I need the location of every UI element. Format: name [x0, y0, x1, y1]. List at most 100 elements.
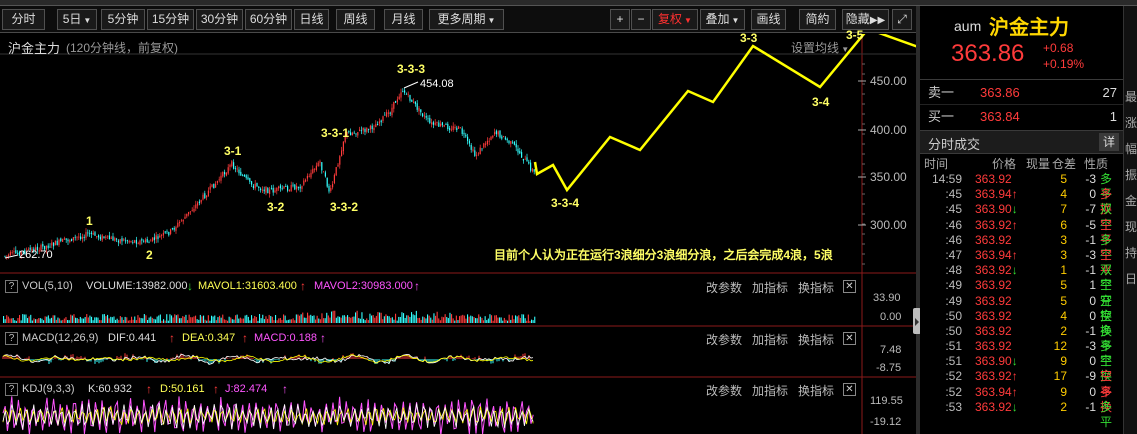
- kdj-modify-params[interactable]: 改参数: [706, 382, 742, 399]
- ma-settings-button[interactable]: 设置均线 ▼: [791, 39, 849, 56]
- candle-body: [134, 240, 136, 243]
- volume-bar: [417, 317, 419, 323]
- vol-modify-params[interactable]: 改参数: [706, 279, 742, 296]
- candle-body: [459, 127, 461, 129]
- macd-change-indicator[interactable]: 换指标: [798, 331, 834, 348]
- kdj-help-icon[interactable]: ?: [5, 383, 18, 396]
- zoom-out-button[interactable]: −: [631, 9, 651, 30]
- candle-body: [123, 239, 125, 241]
- volume-bar: [145, 315, 147, 323]
- volume-bar: [401, 312, 403, 323]
- volume-bar: [511, 315, 513, 323]
- volume-bar: [259, 314, 261, 323]
- volume-bar: [140, 318, 142, 323]
- volume-bar: [36, 319, 38, 323]
- candle-body: [132, 242, 134, 243]
- fullscreen-icon[interactable]: ⤢: [892, 9, 912, 30]
- candle-body: [423, 115, 425, 117]
- simple-mode-button[interactable]: 简約: [799, 9, 836, 30]
- macd-modify-params[interactable]: 改参数: [706, 331, 742, 348]
- candle-body: [409, 95, 411, 101]
- candle-body: [443, 125, 445, 127]
- candle-body: [135, 239, 137, 244]
- volume-bar: [435, 315, 437, 323]
- period-60min[interactable]: 60分钟: [245, 9, 292, 30]
- vol-volume-value: VOLUME:13982.000: [86, 280, 188, 292]
- candle-body: [13, 251, 15, 253]
- candle-body: [188, 211, 190, 215]
- detail-button[interactable]: 详: [1099, 133, 1119, 151]
- volume-bar: [179, 318, 181, 323]
- trade-ticks-list[interactable]: 14:59 363.92 5 -3 多平:45 363.94↑ 4 0 多换:45 363.90↓…: [920, 172, 1123, 429]
- tick-volume: 3: [1060, 247, 1067, 262]
- candle-body: [8, 254, 10, 256]
- candle-body: [332, 183, 334, 188]
- volume-bar: [28, 316, 30, 323]
- volume-bar: [379, 312, 381, 323]
- volume-bar: [212, 316, 214, 323]
- trade-tick-row: :46 363.92↑ 6 -5 空平: [920, 218, 1123, 247]
- period-daily[interactable]: 日线: [294, 9, 329, 30]
- volume-bar: [228, 316, 230, 323]
- candle-body: [463, 132, 465, 135]
- vol-change-indicator[interactable]: 换指标: [798, 279, 834, 296]
- fuquan-button[interactable]: 复权 ▼: [652, 9, 698, 30]
- period-5day[interactable]: 5日 ▼: [57, 9, 97, 30]
- chart-canvas[interactable]: [0, 34, 916, 434]
- candle-body: [436, 122, 438, 124]
- volume-bar: [443, 317, 445, 323]
- volume-bar: [262, 314, 264, 323]
- candle-body: [380, 120, 382, 123]
- macd-dea-value: DEA:0.347: [182, 332, 236, 344]
- vol-help-icon[interactable]: ?: [5, 280, 18, 293]
- vol-close-icon[interactable]: ✕: [843, 280, 856, 293]
- volume-bar: [251, 315, 253, 323]
- vol-y-bottom: 0.00: [880, 311, 902, 323]
- period-15min[interactable]: 15分钟: [147, 9, 194, 30]
- kdj-add-indicator[interactable]: 加指标: [752, 382, 788, 399]
- kdj-change-indicator[interactable]: 换指标: [798, 382, 834, 399]
- trade-tick-row: :50 363.92 4 0 空换: [920, 309, 1123, 338]
- volume-bar: [147, 319, 149, 323]
- tick-price: 363.92: [975, 232, 1012, 247]
- candle-body: [503, 136, 505, 138]
- volume-bar: [433, 313, 435, 323]
- right-edge-panel: 最涨幅振金现持日: [1123, 6, 1137, 434]
- candle-body: [107, 235, 109, 237]
- volume-bar: [383, 316, 385, 323]
- candle-body: [173, 228, 175, 230]
- volume-bar: [311, 315, 313, 323]
- volume-bar: [414, 315, 416, 323]
- overlay-button[interactable]: 叠加 ▼: [700, 9, 745, 30]
- period-30min[interactable]: 30分钟: [196, 9, 243, 30]
- volume-bar: [468, 316, 470, 323]
- period-5min[interactable]: 5分钟: [101, 9, 145, 30]
- period-fenshi[interactable]: 分时: [2, 9, 45, 30]
- col-oi: 仓差: [1052, 157, 1077, 171]
- wave-label-3-3: 3-3: [740, 31, 758, 45]
- volume-bar: [7, 316, 9, 323]
- volume-bar: [214, 315, 216, 323]
- period-more[interactable]: 更多周期 ▼: [429, 9, 504, 30]
- draw-line-button[interactable]: 画线: [751, 9, 786, 30]
- candle-body: [299, 186, 301, 189]
- macd-help-icon[interactable]: ?: [5, 332, 18, 345]
- hide-button[interactable]: 隐藏▶▶: [842, 9, 889, 30]
- volume-bar: [203, 315, 205, 323]
- volume-bar: [209, 320, 211, 323]
- candle-body: [414, 101, 416, 104]
- candle-body: [42, 243, 44, 247]
- period-monthly[interactable]: 月线: [384, 9, 423, 30]
- kdj-close-icon[interactable]: ✕: [843, 383, 856, 396]
- macd-add-indicator[interactable]: 加指标: [752, 331, 788, 348]
- volume-bar: [455, 315, 457, 323]
- volume-bar: [276, 320, 278, 323]
- down-arrow-icon: ↓: [1011, 263, 1018, 278]
- vol-add-indicator[interactable]: 加指标: [752, 279, 788, 296]
- zoom-in-button[interactable]: +: [610, 9, 630, 30]
- volume-bar: [155, 319, 157, 323]
- candle-body: [369, 125, 371, 130]
- period-weekly[interactable]: 周线: [336, 9, 375, 30]
- candle-body: [218, 179, 220, 181]
- macd-close-icon[interactable]: ✕: [843, 332, 856, 345]
